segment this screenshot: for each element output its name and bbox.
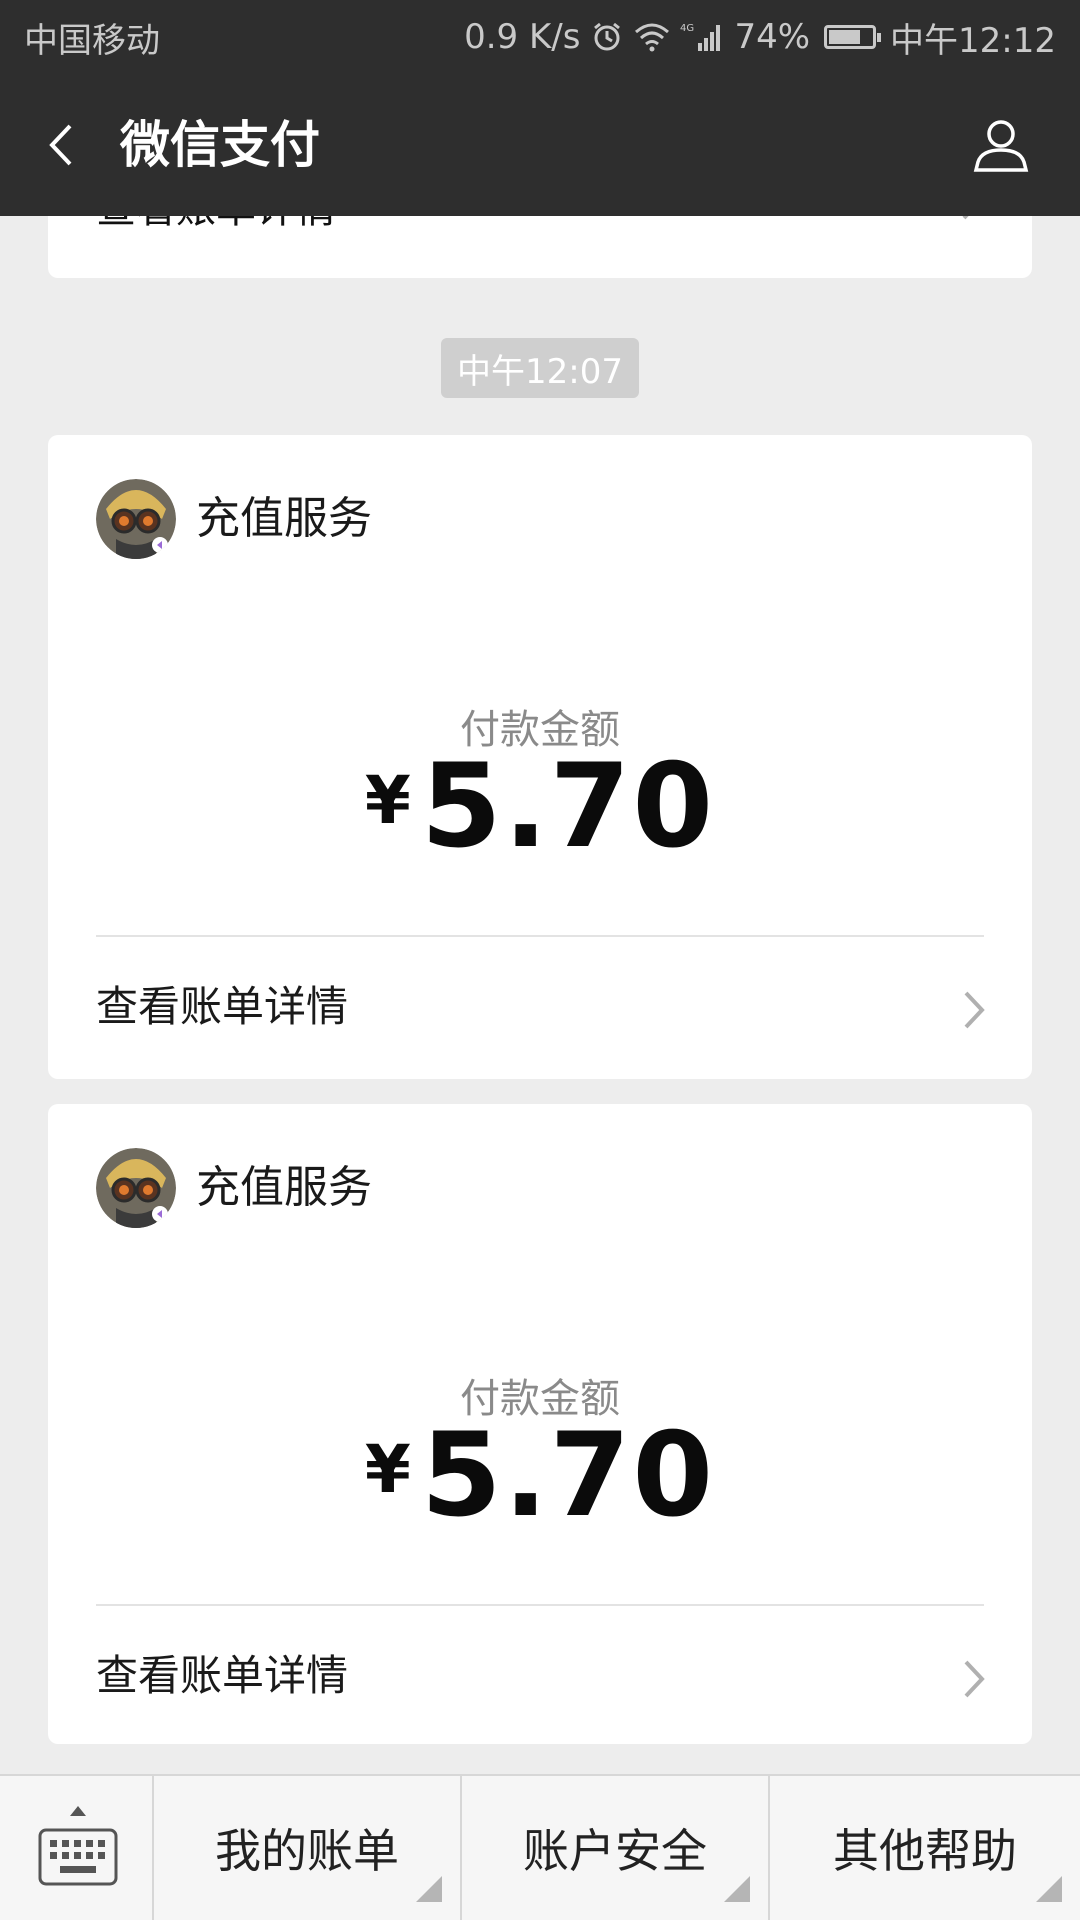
battery-level-fill (829, 30, 861, 44)
chevron-right-icon (960, 1654, 990, 1708)
menu-account-security[interactable]: 账户安全 (462, 1776, 770, 1920)
person-icon (973, 120, 1029, 172)
payment-card[interactable]: 充值服务 付款金额 ¥5.70 查看账单详情 (48, 1104, 1032, 1744)
message-list[interactable]: 查看账单详情 中午12:07 充值服务 付款金额 ¥5.70 (0, 216, 1080, 1774)
submenu-indicator-icon (724, 1876, 750, 1902)
status-right: 0.9 K/s 4G 74% 中午12:12 (464, 13, 1056, 62)
battery-icon (824, 25, 882, 49)
status-bar: 中国移动 0.9 K/s 4G 74% 中午12:12 (0, 0, 1080, 74)
detail-label: 查看账单详情 (96, 982, 349, 1031)
chevron-left-icon (49, 124, 72, 166)
view-bill-details[interactable]: 查看账单详情 (48, 937, 1032, 1077)
merchant-name: 充值服务 (196, 1162, 372, 1213)
detail-label: 查看账单详情 (96, 1651, 349, 1700)
amount-value: 5.70 (420, 1408, 716, 1543)
clock: 中午12:12 (890, 20, 1056, 61)
net-speed: 0.9 K/s (464, 17, 581, 57)
chevron-right-icon (960, 985, 990, 1039)
keyboard-toggle-button[interactable] (0, 1776, 154, 1920)
menu-label: 其他帮助 (833, 1824, 1017, 1878)
detail-label: 查看账单详情 (96, 216, 336, 234)
amount-value: 5.70 (420, 739, 716, 874)
menu-label: 账户安全 (523, 1824, 707, 1878)
nav-bar: 微信支付 (0, 74, 1080, 216)
merchant-avatar (96, 479, 176, 559)
4g-signal-icon: 4G (680, 21, 724, 53)
merchant-avatar (96, 1148, 176, 1228)
view-bill-details[interactable]: 查看账单详情 (48, 1606, 1032, 1746)
payment-amount: ¥5.70 (48, 747, 1032, 901)
battery-percent: 74% (734, 17, 811, 57)
menu-my-bills[interactable]: 我的账单 (154, 1776, 462, 1920)
submenu-indicator-icon (416, 1876, 442, 1902)
profile-button[interactable] (966, 110, 1036, 180)
svg-text:4G: 4G (680, 23, 694, 34)
submenu-indicator-icon (1036, 1876, 1062, 1902)
currency-symbol: ¥ (364, 762, 411, 839)
back-button[interactable] (30, 110, 100, 180)
timestamp: 中午12:07 (441, 338, 639, 398)
wifi-icon (634, 22, 670, 52)
merchant-name: 充值服务 (196, 493, 372, 544)
payment-card[interactable]: 充值服务 付款金额 ¥5.70 查看账单详情 (48, 435, 1032, 1079)
expand-up-icon (70, 1806, 86, 1816)
partial-bill-card[interactable]: 查看账单详情 (48, 216, 1032, 278)
page-title: 微信支付 (120, 116, 320, 174)
chevron-right-icon (958, 216, 988, 230)
keyboard-icon (38, 1828, 118, 1890)
carrier-label: 中国移动 (24, 20, 160, 61)
menu-label: 我的账单 (215, 1824, 399, 1878)
alarm-icon (590, 20, 624, 54)
menu-other-help[interactable]: 其他帮助 (770, 1776, 1080, 1920)
payment-amount: ¥5.70 (48, 1416, 1032, 1570)
bottom-menu-bar: 我的账单 账户安全 其他帮助 (0, 1774, 1080, 1920)
currency-symbol: ¥ (364, 1431, 411, 1508)
